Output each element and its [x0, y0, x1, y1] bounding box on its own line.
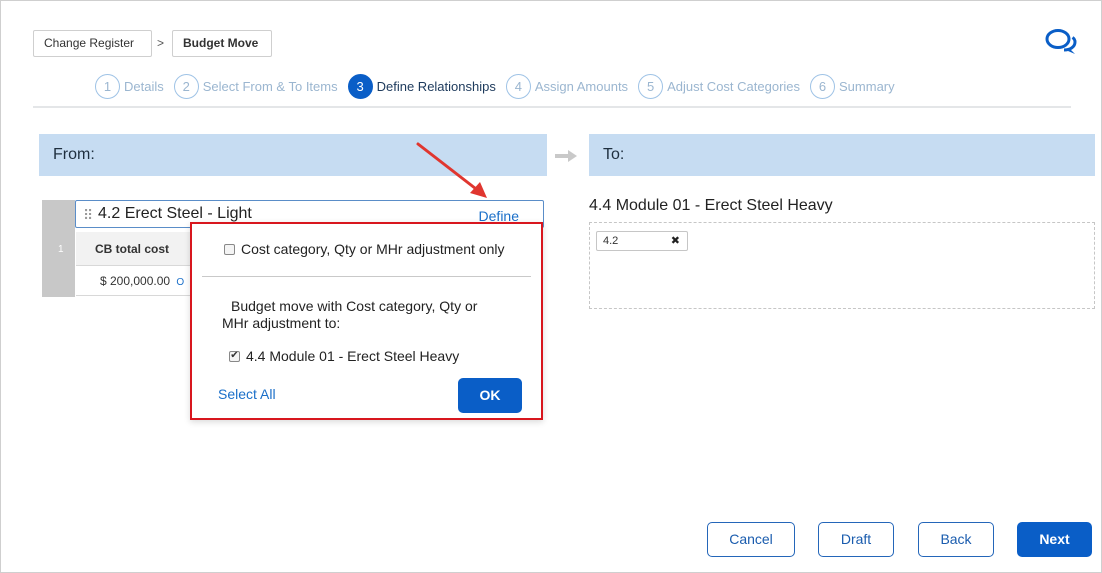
cb-total-cost-suffix: O	[176, 277, 185, 288]
step-number: 6	[810, 73, 836, 99]
ok-button[interactable]: OK	[458, 378, 522, 413]
description-line-2: MHr adjustment to:	[222, 315, 341, 331]
step-assign-amounts[interactable]: 4 Assign Amounts	[505, 73, 629, 99]
next-button[interactable]: Next	[1017, 522, 1092, 557]
from-item-tag: 4.2 ✖	[596, 231, 688, 251]
step-number: 4	[505, 73, 531, 99]
step-number: 2	[173, 73, 199, 99]
drag-handle-icon[interactable]: ⠿	[83, 207, 93, 224]
draft-button[interactable]: Draft	[818, 522, 894, 557]
breadcrumb-budget-move: Budget Move	[172, 30, 272, 57]
popup-divider	[202, 276, 531, 277]
step-label: Select From & To Items	[202, 78, 338, 94]
cancel-button[interactable]: Cancel	[707, 522, 795, 557]
cb-total-cost-amount: $ 200,000.00	[100, 274, 171, 288]
step-select-items[interactable]: 2 Select From & To Items	[173, 73, 338, 99]
step-number: 5	[638, 73, 664, 99]
adjustment-only-option[interactable]: Cost category, Qty or MHr adjustment onl…	[224, 241, 505, 257]
description-line-1: Budget move with Cost category, Qty or	[231, 298, 478, 314]
target-item-label: 4.4 Module 01 - Erect Steel Heavy	[246, 348, 460, 364]
step-label: Assign Amounts	[534, 78, 629, 94]
steps-divider	[33, 106, 1071, 108]
select-all-link[interactable]: Select All	[218, 386, 276, 402]
arrow-right-icon	[555, 150, 577, 162]
cb-total-cost-value: $ 200,000.00 O	[76, 266, 192, 296]
step-label: Define Relationships	[376, 78, 496, 94]
chat-bubbles-icon[interactable]	[1044, 28, 1078, 56]
remove-tag-icon[interactable]: ✖	[671, 232, 680, 250]
back-button[interactable]: Back	[918, 522, 994, 557]
step-number: 1	[95, 73, 120, 99]
cb-total-cost-header: CB total cost	[76, 232, 192, 266]
from-item-title: 4.2 Erect Steel - Light	[98, 205, 252, 222]
annotation-arrow	[416, 142, 487, 198]
to-item-title: 4.4 Module 01 - Erect Steel Heavy	[589, 197, 833, 214]
step-label: Summary	[839, 78, 895, 94]
step-number: 3	[347, 73, 373, 99]
step-label: Adjust Cost Categories	[667, 78, 801, 94]
target-item-checkbox[interactable]: ✔	[229, 350, 240, 362]
target-item-option[interactable]: ✔ 4.4 Module 01 - Erect Steel Heavy	[229, 348, 459, 364]
step-label: Details	[124, 78, 164, 94]
breadcrumb-change-register[interactable]: Change Register	[33, 30, 152, 57]
step-adjust-cost-categories[interactable]: 5 Adjust Cost Categories	[638, 73, 801, 99]
define-relationship-popup: Cost category, Qty or MHr adjustment onl…	[190, 222, 543, 420]
budget-move-description: Budget move with Cost category, Qty or M…	[222, 298, 512, 332]
adjustment-only-label: Cost category, Qty or MHr adjustment onl…	[241, 241, 505, 257]
row-indicator: 1	[42, 200, 75, 297]
step-summary[interactable]: 6 Summary	[810, 73, 895, 99]
step-details[interactable]: 1 Details	[95, 73, 164, 99]
row-number: 1	[58, 244, 64, 255]
tag-label: 4.2	[603, 235, 619, 247]
breadcrumb-separator: >	[157, 36, 165, 50]
wizard-steps: 1 Details 2 Select From & To Items 3 Def…	[95, 72, 905, 100]
to-panel-header: To:	[589, 134, 1095, 176]
to-item-dropzone[interactable]: 4.2 ✖	[589, 222, 1095, 309]
step-define-relationships[interactable]: 3 Define Relationships	[347, 73, 496, 99]
adjustment-only-checkbox[interactable]	[224, 243, 235, 255]
